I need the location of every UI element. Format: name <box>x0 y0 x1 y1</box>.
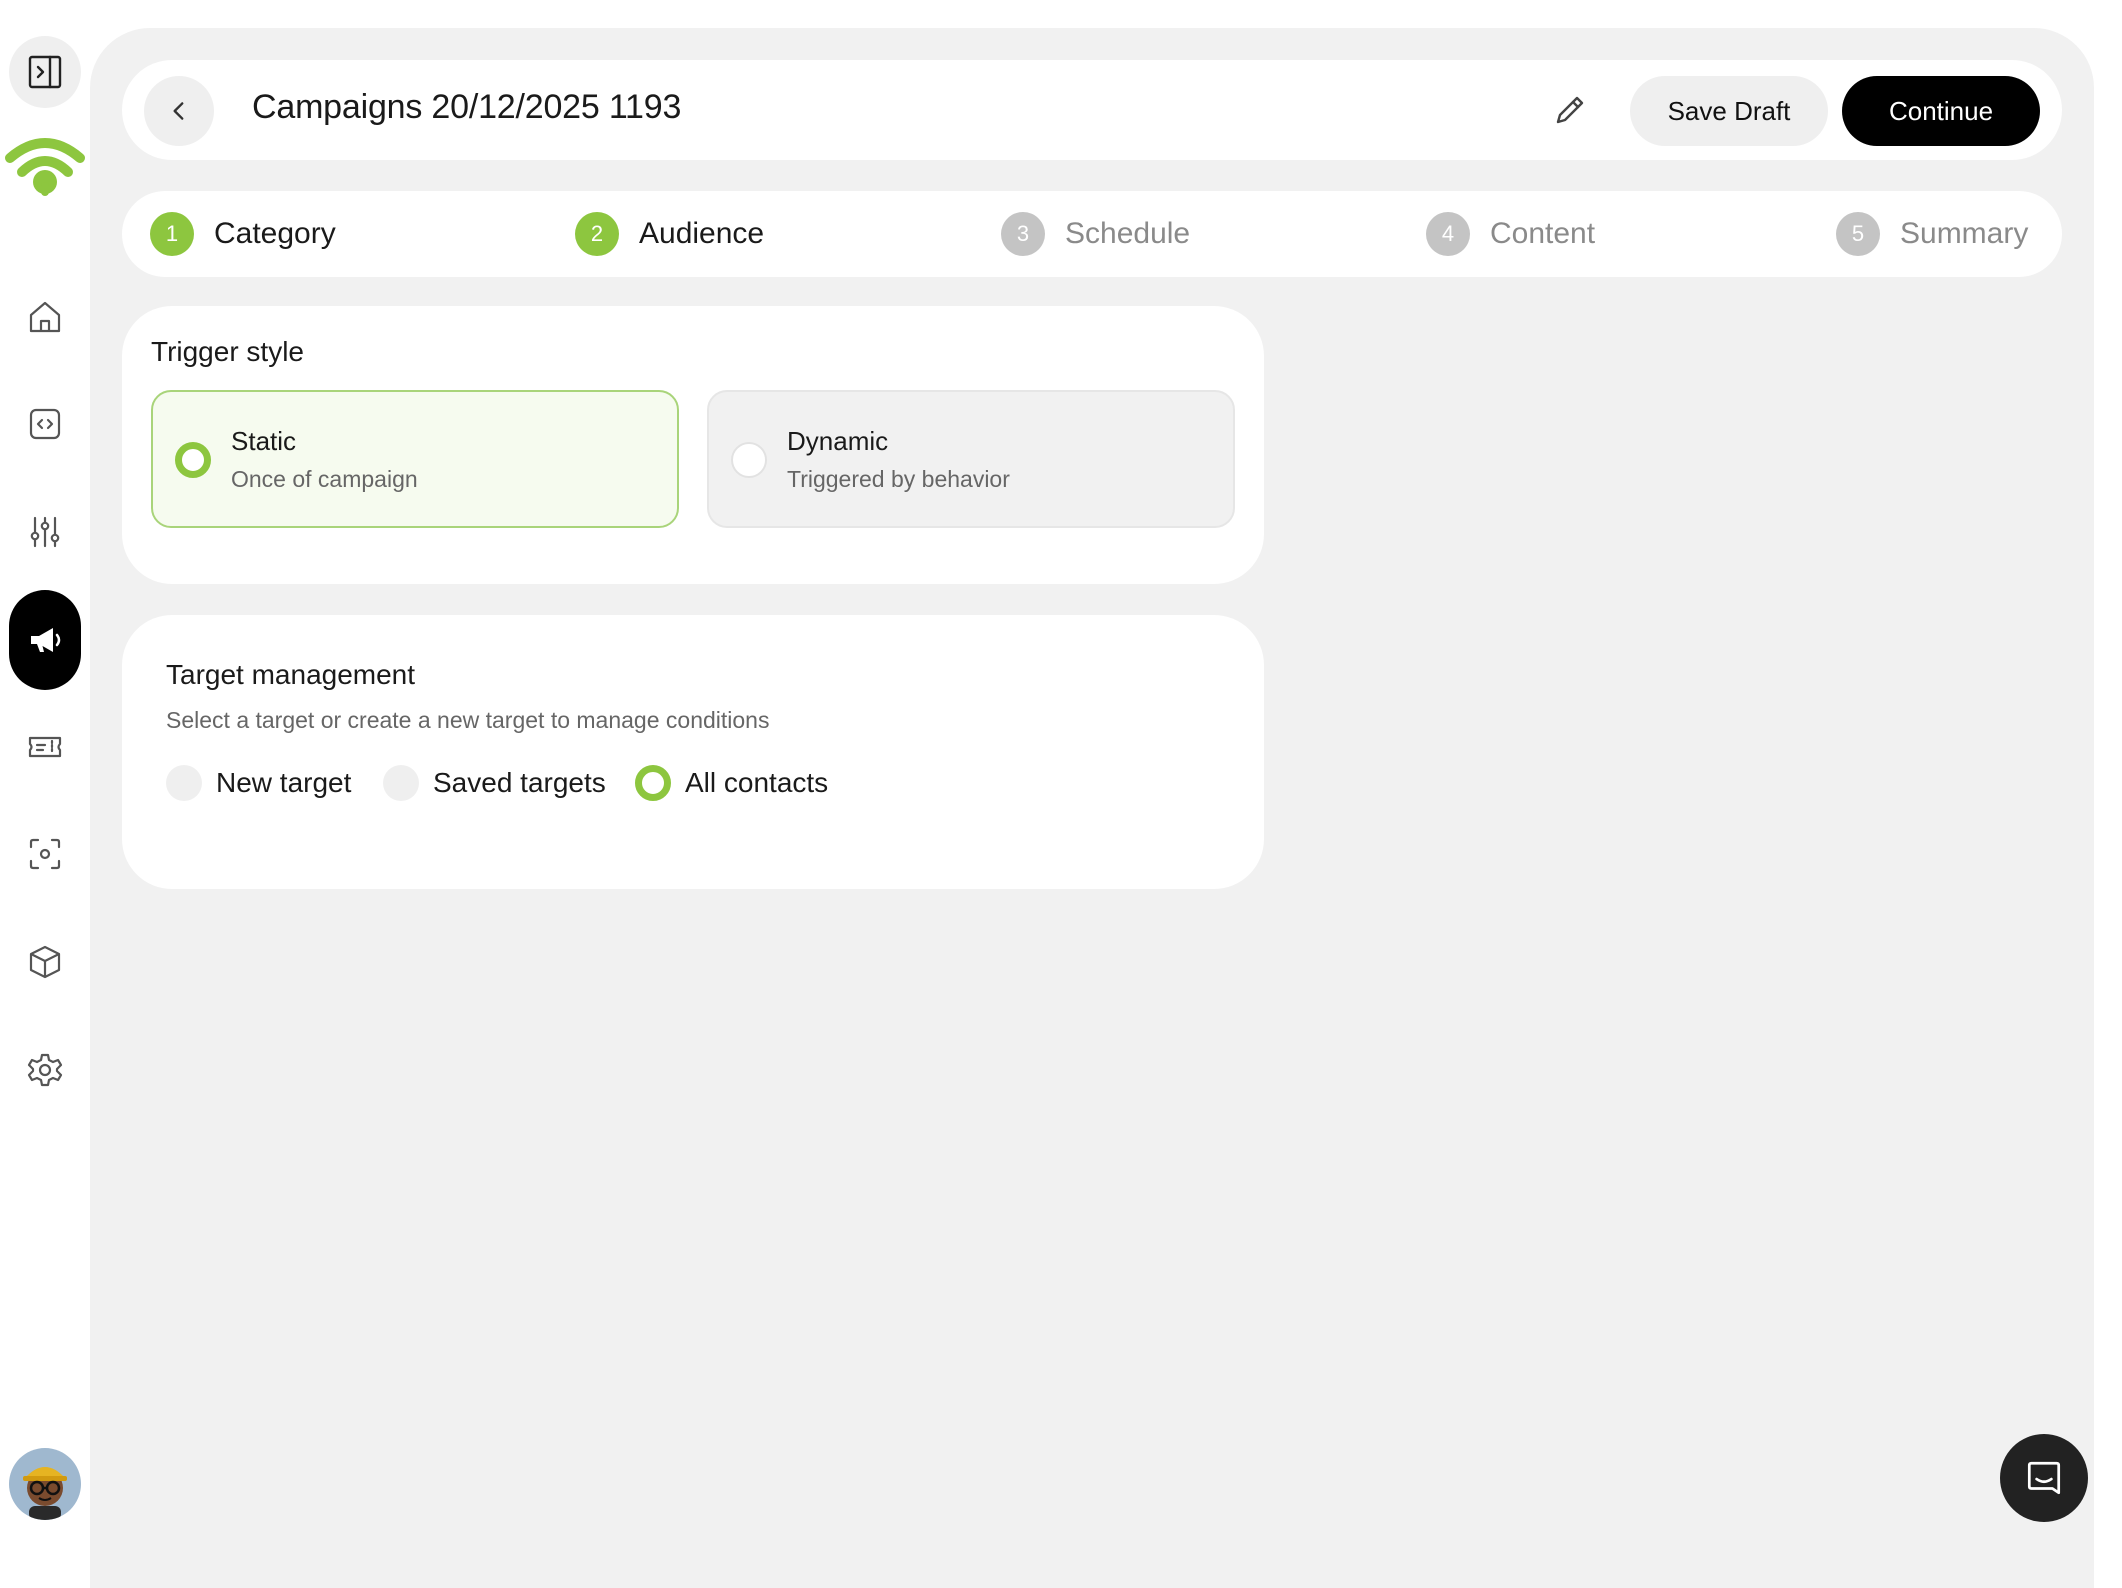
chat-support-button[interactable] <box>2000 1434 2088 1522</box>
user-avatar[interactable] <box>9 1448 81 1520</box>
sidebar-item-scan[interactable] <box>9 818 81 890</box>
progress-stepper: 1 Category 2 Audience 3 Schedule 4 Conte… <box>122 191 2062 277</box>
target-option-label: Saved targets <box>433 767 606 798</box>
step-number: 2 <box>575 212 619 256</box>
radio-selected[interactable] <box>635 765 671 801</box>
sidebar-toggle-icon <box>28 55 62 89</box>
option-title: Dynamic <box>787 426 889 456</box>
step-summary[interactable]: 5 Summary <box>1836 212 2028 256</box>
main-content: Campaigns 20/12/2025 1193 Save Draft Con… <box>90 28 2094 1588</box>
sidebar-item-home[interactable] <box>9 281 81 353</box>
megaphone-icon <box>31 628 61 652</box>
radio-selected[interactable] <box>175 442 211 478</box>
option-description: Once of campaign <box>231 466 418 492</box>
page-title: Campaigns 20/12/2025 1193 <box>252 88 682 126</box>
back-button[interactable] <box>144 76 214 146</box>
step-schedule[interactable]: 3 Schedule <box>1001 212 1190 256</box>
continue-button[interactable]: Continue <box>1842 76 2040 146</box>
ticket-icon <box>28 736 62 758</box>
cube-icon <box>29 945 61 979</box>
avatar-illustration <box>23 1467 67 1520</box>
trigger-style-title: Trigger style <box>151 336 305 367</box>
sidebar-item-code[interactable] <box>9 388 81 460</box>
step-label: Schedule <box>1065 217 1191 250</box>
trigger-option-static[interactable]: Static Once of campaign <box>151 390 679 528</box>
step-number: 4 <box>1426 212 1470 256</box>
pencil-icon <box>1556 96 1584 124</box>
wifi-logo-icon <box>5 138 85 196</box>
trigger-option-dynamic[interactable]: Dynamic Triggered by behavior <box>707 390 1235 528</box>
sidebar-item-filters[interactable] <box>9 496 81 568</box>
trigger-style-card: Trigger style Static Once of campaign Dy… <box>122 306 1264 584</box>
settings-icon <box>27 1053 63 1087</box>
radio-unselected[interactable] <box>383 765 419 801</box>
step-category[interactable]: 1 Category <box>150 212 336 256</box>
step-label: Audience <box>639 217 765 250</box>
target-management-subtitle: Select a target or create a new target t… <box>166 707 770 733</box>
save-draft-button[interactable]: Save Draft <box>1630 76 1828 146</box>
step-label: Content <box>1490 217 1596 250</box>
page-header: Campaigns 20/12/2025 1193 Save Draft Con… <box>122 60 2062 160</box>
sidebar-toggle-button[interactable] <box>9 36 81 108</box>
option-description: Triggered by behavior <box>787 466 1010 492</box>
target-option-label: All contacts <box>685 767 829 798</box>
target-management-title: Target management <box>166 659 416 690</box>
target-option-all-contacts[interactable]: All contacts <box>635 763 828 803</box>
chevron-left-icon <box>173 102 184 120</box>
sidebar-item-products[interactable] <box>9 926 81 998</box>
step-number: 3 <box>1001 212 1045 256</box>
brand-logo[interactable] <box>4 130 86 200</box>
home-icon <box>29 301 61 333</box>
step-number: 1 <box>150 212 194 256</box>
edit-title-button[interactable] <box>1542 82 1598 138</box>
step-label: Summary <box>1900 217 2029 250</box>
code-icon <box>29 408 61 440</box>
step-label: Category <box>214 217 336 250</box>
radio-unselected[interactable] <box>731 442 767 478</box>
target-management-card: Target management Select a target or cre… <box>122 615 1264 889</box>
sliders-icon <box>30 516 60 548</box>
step-content[interactable]: 4 Content <box>1426 212 1595 256</box>
target-option-label: New target <box>216 767 352 798</box>
sidebar <box>0 0 90 1556</box>
scan-icon <box>29 838 61 870</box>
radio-unselected[interactable] <box>166 765 202 801</box>
target-option-new[interactable]: New target <box>166 763 351 803</box>
option-title: Static <box>231 426 297 456</box>
step-audience[interactable]: 2 Audience <box>575 212 764 256</box>
sidebar-item-campaigns[interactable] <box>9 590 81 690</box>
step-number: 5 <box>1836 212 1880 256</box>
sidebar-item-settings[interactable] <box>9 1034 81 1106</box>
chat-icon <box>2027 1461 2061 1495</box>
target-option-saved[interactable]: Saved targets <box>383 763 606 803</box>
sidebar-item-tickets[interactable] <box>9 711 81 783</box>
